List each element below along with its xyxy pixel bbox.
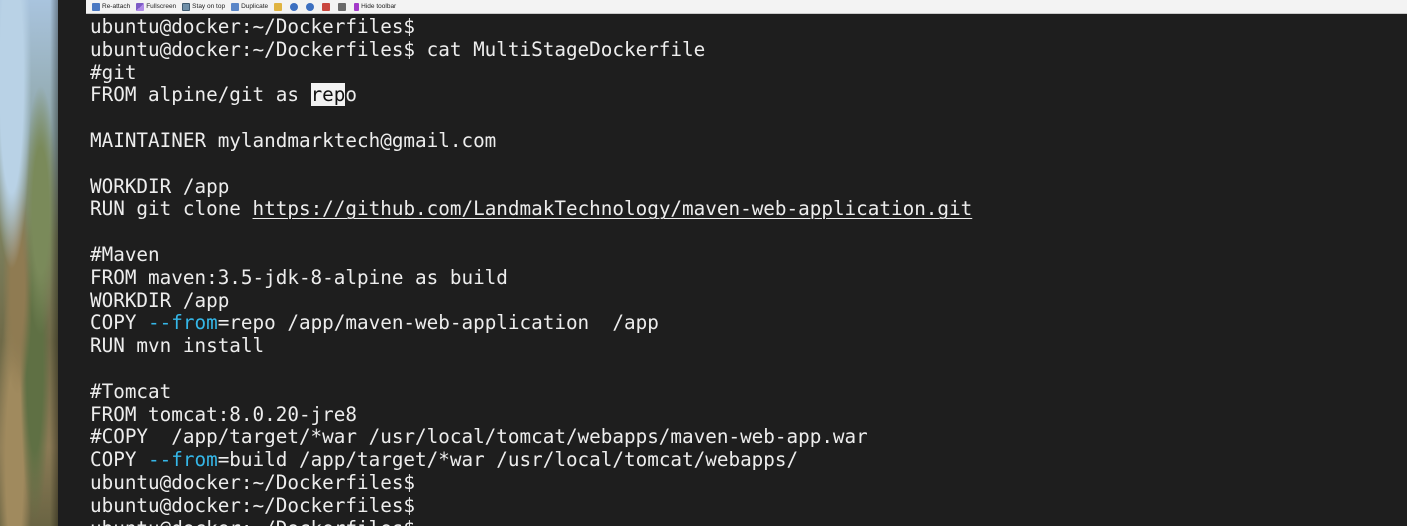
terminal-text: MAINTAINER mylandmarktech@gmail.com — [90, 128, 497, 152]
terminal-text: =repo /app/maven-web-application /app — [217, 311, 659, 335]
terminal-text: ubuntu@docker:~/Dockerfiles$ — [90, 470, 416, 494]
terminal-window[interactable]: ubuntu@docker:~/Dockerfiles$ ubuntu@docke… — [58, 14, 1407, 526]
print-button[interactable] — [338, 2, 348, 11]
zoom-out-button[interactable] — [306, 2, 316, 11]
terminal-line: ubuntu@docker:~/Dockerfiles$ — [90, 15, 972, 39]
terminal-text: #COPY /app/target/*war /usr/local/tomcat… — [90, 425, 868, 449]
terminal-line: COPY --from=build /app/target/*war /usr/… — [90, 448, 972, 472]
print-icon — [338, 2, 347, 11]
terminal-text: FROM tomcat:8.0.20-jre8 — [90, 402, 357, 426]
terminal-line: ubuntu@docker:~/Dockerfiles$ — [90, 470, 972, 495]
edit-button[interactable] — [274, 2, 284, 11]
zoom-out-icon — [306, 2, 315, 11]
terminal-line: ubuntu@docker:~/Dockerfiles$ — [90, 493, 972, 518]
terminal-text: FROM alpine/git as — [90, 83, 311, 107]
hide-toolbar-icon — [354, 2, 360, 11]
terminal-line: #git — [90, 60, 972, 85]
stay-on-top-button[interactable]: Stay on top — [182, 1, 225, 13]
terminal-line: #Tomcat — [90, 379, 972, 404]
terminal-line: RUN mvn install — [90, 334, 972, 358]
stay-on-top-label: Stay on top — [192, 2, 226, 10]
terminal-text: =build /app/target/*war /usr/local/tomca… — [217, 448, 799, 472]
terminal-text: ubuntu@docker:~/Dockerfiles$ cat MultiSt… — [90, 37, 706, 61]
terminal-line: WORKDIR /app — [90, 288, 972, 313]
duplicate-button[interactable]: Duplicate — [231, 1, 268, 13]
terminal-text: #git — [90, 60, 137, 84]
terminal-line: MAINTAINER mylandmarktech@gmail.com — [90, 128, 972, 153]
fullscreen-label: Fullscreen — [146, 2, 177, 10]
fullscreen-button[interactable]: Fullscreen — [136, 1, 176, 13]
command-flag: --from — [148, 448, 218, 472]
terminal-line: #COPY /app/target/*war /usr/local/tomcat… — [90, 425, 972, 449]
reattach-icon — [92, 2, 100, 11]
terminal-text: COPY — [90, 311, 149, 335]
terminal-line: WORKDIR /app — [90, 174, 972, 199]
text-selection: rep — [310, 83, 346, 107]
terminal-line: FROM maven:3.5-jdk-8-alpine as build — [90, 265, 972, 290]
save-icon — [322, 2, 331, 11]
terminal-line: FROM alpine/git as repo — [90, 83, 972, 107]
save-button[interactable] — [322, 2, 332, 11]
terminal-line: FROM tomcat:8.0.20-jre8 — [90, 402, 972, 427]
zoom-in-button[interactable] — [290, 2, 300, 11]
terminal-line: ubuntu@docker:~/Dockerfiles$ — [90, 517, 972, 526]
remote-session-toolbar: Re-attach Fullscreen Stay on top Duplica… — [86, 0, 1407, 14]
terminal-line: RUN git clone https://github.com/Landmak… — [90, 197, 973, 221]
screen: Re-attach Fullscreen Stay on top Duplica… — [0, 0, 1407, 526]
url-link[interactable]: https://github.com/LandmakTechnology/mav… — [253, 197, 973, 220]
terminal-text: WORKDIR /app — [90, 174, 230, 198]
terminal-text: RUN git clone — [90, 197, 253, 221]
terminal-text: FROM maven:3.5-jdk-8-alpine as build — [90, 265, 508, 289]
reattach-label: Re-attach — [102, 2, 131, 10]
terminal-text: o — [345, 83, 357, 107]
terminal-text: ubuntu@docker:~/Dockerfiles$ — [90, 493, 416, 517]
terminal-text: WORKDIR /app — [90, 288, 230, 312]
terminal-text: #Maven — [90, 242, 160, 266]
hide-toolbar-button[interactable]: Hide toolbar — [354, 1, 396, 13]
zoom-in-icon — [290, 2, 299, 11]
reattach-button[interactable]: Re-attach — [92, 1, 130, 13]
terminal-text: ubuntu@docker:~/Dockerfiles$ — [90, 15, 416, 38]
terminal-text: COPY — [90, 448, 149, 472]
command-flag: --from — [148, 311, 218, 335]
terminal-line: #Maven — [90, 242, 972, 267]
hide-toolbar-label: Hide toolbar — [361, 2, 397, 10]
duplicate-icon — [231, 2, 240, 11]
stay-on-top-icon — [182, 2, 191, 11]
terminal-output: ubuntu@docker:~/Dockerfiles$ ubuntu@docke… — [90, 15, 973, 526]
duplicate-label: Duplicate — [241, 2, 269, 10]
terminal-text: #Tomcat — [90, 379, 172, 403]
terminal-text: RUN mvn install — [90, 334, 265, 358]
edit-icon — [274, 2, 283, 11]
fullscreen-icon — [136, 2, 145, 11]
terminal-line: ubuntu@docker:~/Dockerfiles$ cat MultiSt… — [90, 37, 972, 62]
terminal-line: COPY --from=repo /app/maven-web-applicat… — [90, 311, 972, 335]
terminal-text: ubuntu@docker:~/Dockerfiles$ — [90, 517, 415, 526]
desktop-wallpaper — [0, 0, 58, 526]
